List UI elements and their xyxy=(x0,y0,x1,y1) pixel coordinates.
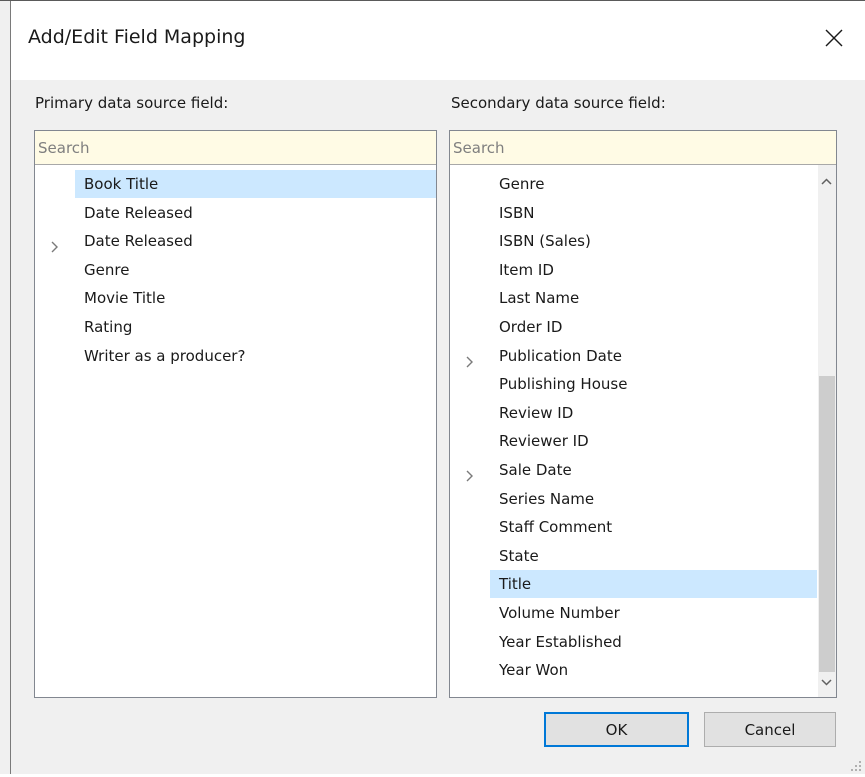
list-item[interactable]: Year Established xyxy=(450,628,817,656)
secondary-search-input[interactable] xyxy=(450,131,836,165)
cancel-button[interactable]: Cancel xyxy=(704,712,836,747)
list-item[interactable]: Date Released xyxy=(35,199,436,227)
list-item-label: ISBN xyxy=(499,203,535,222)
list-item[interactable]: Book Title xyxy=(75,170,436,198)
close-icon[interactable] xyxy=(820,24,850,54)
list-item[interactable]: State xyxy=(450,542,817,570)
list-item-label: State xyxy=(499,546,539,565)
list-item[interactable]: Rating xyxy=(35,313,436,341)
list-item[interactable]: Series Name xyxy=(450,485,817,513)
secondary-scrollbar[interactable] xyxy=(818,165,836,697)
list-item-label: Genre xyxy=(499,175,545,193)
list-item-label: Review ID xyxy=(499,403,574,422)
list-item-label: Rating xyxy=(84,318,133,336)
list-item-label: Title xyxy=(499,575,532,594)
list-item[interactable]: Review ID xyxy=(450,399,817,427)
list-item[interactable]: Publication Date xyxy=(450,342,817,370)
list-item-label: Publishing House xyxy=(499,375,628,394)
list-item[interactable]: Publishing House xyxy=(450,370,817,398)
list-item-label: Order ID xyxy=(499,318,563,336)
ok-button[interactable]: OK xyxy=(544,712,689,747)
primary-field-list: Book Title Date Released Date Released Genr… xyxy=(34,130,437,698)
list-item[interactable]: Volume Number xyxy=(450,599,817,627)
resize-grip-icon[interactable] xyxy=(849,758,863,772)
secondary-field-label: Secondary data source field: xyxy=(451,94,666,112)
list-item-label: Movie Title xyxy=(84,289,166,308)
list-item-label: Last Name xyxy=(499,289,580,308)
list-item-label: Sale Date xyxy=(499,461,572,479)
list-item-label: Year Established xyxy=(499,632,622,651)
chevron-right-icon[interactable] xyxy=(48,235,62,253)
list-item[interactable]: ISBN xyxy=(450,199,817,227)
list-item-label: Year Won xyxy=(499,661,569,680)
list-item[interactable]: Movie Title xyxy=(35,284,436,312)
list-item-label: Volume Number xyxy=(499,604,620,622)
list-item[interactable]: Item ID xyxy=(450,256,817,284)
list-item-label: Book Title xyxy=(84,175,159,193)
primary-field-label: Primary data source field: xyxy=(35,94,229,112)
background-window xyxy=(0,0,10,774)
list-item-label: Item ID xyxy=(499,260,554,279)
dialog-title: Add/Edit Field Mapping xyxy=(28,26,246,48)
list-item[interactable]: Year Won xyxy=(450,656,817,684)
list-item[interactable]: Genre xyxy=(450,170,817,198)
list-item[interactable]: Order ID xyxy=(450,313,817,341)
list-item[interactable]: Sale Date xyxy=(450,456,817,484)
list-item[interactable]: Date Released xyxy=(35,227,436,255)
list-item-label: Date Released xyxy=(84,203,193,222)
scroll-up-icon[interactable] xyxy=(818,173,835,190)
list-item-label: Publication Date xyxy=(499,346,622,365)
secondary-field-list: Genre ISBN ISBN (Sales) Item ID Last Name Ord… xyxy=(449,130,837,698)
list-item[interactable]: Staff Comment xyxy=(450,513,817,541)
list-item-label: Date Released xyxy=(84,232,193,251)
list-item[interactable]: Title xyxy=(490,570,817,599)
list-item[interactable]: ISBN (Sales) xyxy=(450,227,817,255)
list-item[interactable]: Genre xyxy=(35,256,436,284)
list-item[interactable]: Last Name xyxy=(450,284,817,312)
list-item-label: Staff Comment xyxy=(499,518,613,537)
chevron-right-icon[interactable] xyxy=(463,464,477,482)
scroll-down-icon[interactable] xyxy=(818,674,835,691)
primary-search-input[interactable] xyxy=(35,131,436,165)
chevron-right-icon[interactable] xyxy=(463,350,477,368)
list-item-label: ISBN (Sales) xyxy=(499,232,591,251)
list-item-label: Series Name xyxy=(499,489,595,508)
list-item-label: Genre xyxy=(84,260,130,279)
list-item[interactable]: Reviewer ID xyxy=(450,427,817,455)
list-item-label: Writer as a producer? xyxy=(84,346,246,365)
scroll-thumb[interactable] xyxy=(819,376,835,672)
list-item[interactable]: Writer as a producer? xyxy=(35,342,436,370)
list-item-label: Reviewer ID xyxy=(499,432,589,451)
